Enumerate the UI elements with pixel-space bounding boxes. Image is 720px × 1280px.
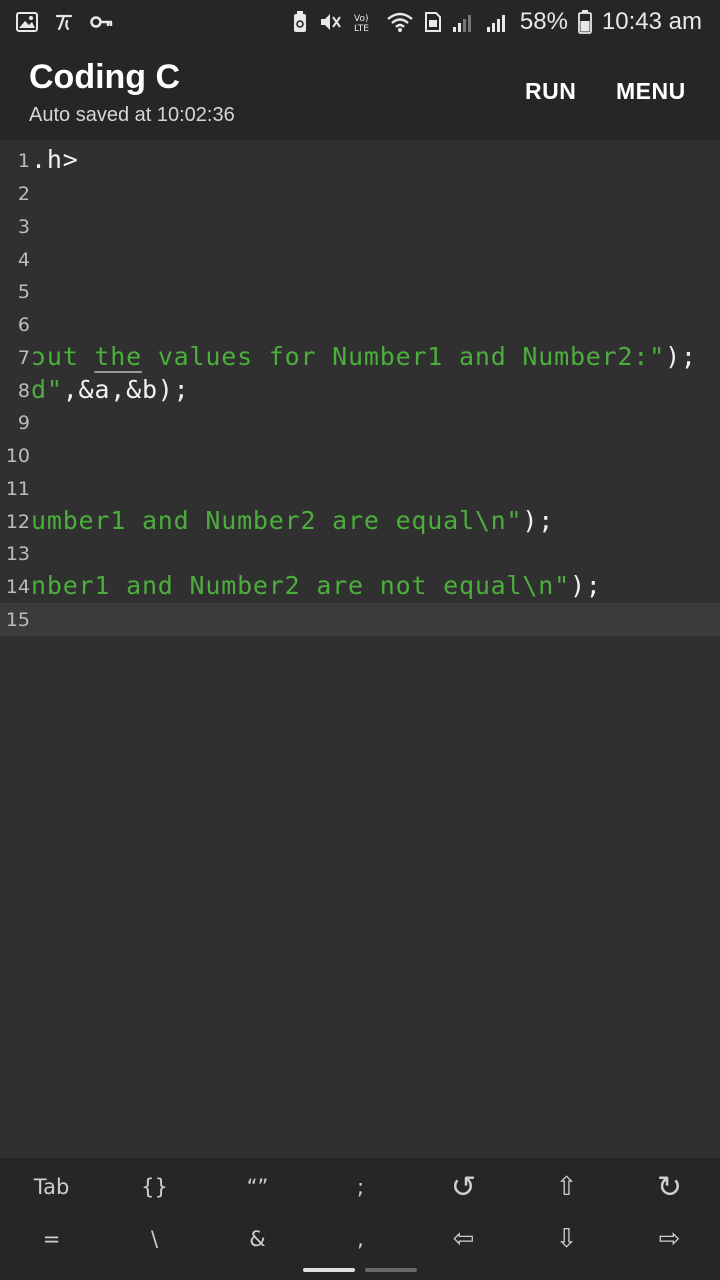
line-number: 7 — [17, 347, 30, 369]
code-punct: ); — [569, 571, 602, 600]
ampersand-key[interactable]: & — [206, 1213, 309, 1265]
autosave-status: Auto saved at 10:02:36 — [29, 104, 235, 126]
code-line[interactable]: 5 — [0, 275, 720, 308]
wifi-icon — [386, 11, 414, 33]
line-number: 1 — [17, 150, 30, 172]
signal-icon — [452, 11, 476, 33]
code-text: nber1 and Number2 are not equal\n"); — [31, 571, 602, 600]
mute-icon — [318, 11, 342, 33]
code-text: ɔut the values for Number1 and Number2:"… — [31, 342, 697, 371]
keyboard-page-indicator[interactable] — [365, 1268, 417, 1272]
run-button[interactable]: RUN — [525, 78, 576, 105]
line-number: 11 — [5, 478, 30, 500]
code-line[interactable]: 10 — [0, 439, 720, 472]
line-number: 13 — [5, 543, 30, 565]
gallery-icon — [16, 12, 38, 32]
spellcheck-word: the — [94, 342, 142, 371]
equals-key[interactable]: = — [0, 1213, 103, 1265]
code-punct: ,&a,&b); — [62, 375, 190, 404]
code-line[interactable]: 12 umber1 and Number2 are equal\n"); — [0, 505, 720, 538]
symbol-keyboard: Tab {} “” ; ↺ ⇧ ↻ = \ & , ⇦ ⇩ ⇨ — [0, 1158, 720, 1280]
line-number: 15 — [5, 609, 30, 631]
tab-key[interactable]: Tab — [0, 1161, 103, 1213]
string-literal: d" — [31, 375, 63, 404]
string-literal: values for Number1 and Number2:" — [141, 342, 666, 371]
string-literal: ɔut — [31, 342, 95, 371]
comma-key[interactable]: , — [309, 1213, 412, 1265]
svg-text:LTE: LTE — [354, 24, 369, 33]
code-editor[interactable]: 1 .h> 2 3 4 5 6 7 ɔut the values for Num… — [0, 140, 720, 1158]
code-punct: ); — [665, 342, 697, 371]
code-line[interactable]: 4 — [0, 243, 720, 276]
line-number: 14 — [5, 576, 30, 598]
line-number: 2 — [17, 183, 30, 205]
code-line-current[interactable]: 15 — [0, 603, 720, 636]
signal-icon — [486, 11, 510, 33]
code-line[interactable]: 13 — [0, 537, 720, 570]
line-number: 8 — [17, 380, 30, 402]
battery-icon — [578, 10, 592, 34]
code-line[interactable]: 1 .h> — [0, 144, 720, 177]
menu-button[interactable]: MENU — [616, 78, 686, 105]
line-number: 4 — [17, 249, 30, 271]
code-line[interactable]: 7 ɔut the values for Number1 and Number2… — [0, 341, 720, 374]
quotes-key[interactable]: “” — [206, 1161, 309, 1213]
code-line[interactable]: 6 — [0, 308, 720, 341]
svg-text:Vo): Vo) — [354, 14, 368, 24]
code-line[interactable]: 11 — [0, 472, 720, 505]
code-line[interactable]: 8 d",&a,&b); — [0, 374, 720, 407]
clock: 10:43 am — [601, 8, 702, 35]
code-punct: ); — [522, 506, 555, 535]
code-line[interactable]: 14 nber1 and Number2 are not equal\n"); — [0, 570, 720, 603]
code-line[interactable]: 3 — [0, 210, 720, 243]
line-number: 5 — [17, 281, 30, 303]
app-title: Coding C — [29, 58, 181, 96]
code-text: .h> — [31, 145, 79, 174]
line-number: 3 — [17, 216, 30, 238]
code-line[interactable]: 9 — [0, 406, 720, 439]
semicolon-key[interactable]: ; — [309, 1161, 412, 1213]
redo-icon[interactable]: ↻ — [618, 1161, 720, 1213]
arrow-down-icon[interactable]: ⇩ — [515, 1213, 618, 1265]
keyboard-page-indicator-active — [303, 1268, 355, 1272]
code-line[interactable]: 2 — [0, 177, 720, 210]
key-icon — [90, 14, 114, 30]
line-number: 12 — [5, 511, 30, 533]
braces-key[interactable]: {} — [103, 1161, 206, 1213]
sim-icon — [424, 11, 442, 33]
t-icon — [54, 12, 74, 32]
line-number: 9 — [17, 412, 30, 434]
arrow-left-icon[interactable]: ⇦ — [412, 1213, 515, 1265]
string-literal: umber1 and Number2 are equal\n" — [31, 506, 523, 535]
undo-icon[interactable]: ↺ — [412, 1161, 515, 1213]
code-text: d",&a,&b); — [31, 375, 190, 404]
arrow-up-icon[interactable]: ⇧ — [515, 1161, 618, 1213]
line-number: 6 — [17, 314, 30, 336]
app-bar: Coding C Auto saved at 10:02:36 RUN MENU — [0, 44, 720, 140]
backslash-key[interactable]: \ — [103, 1213, 206, 1265]
status-bar: Vo) LTE 58% 10:43 am — [0, 0, 720, 44]
battery-saver-icon — [292, 11, 308, 33]
arrow-right-icon[interactable]: ⇨ — [618, 1213, 720, 1265]
volte-icon: Vo) LTE — [352, 11, 376, 33]
string-literal: nber1 and Number2 are not equal\n" — [31, 571, 570, 600]
battery-percent: 58% — [519, 8, 568, 35]
code-text: umber1 and Number2 are equal\n"); — [31, 506, 554, 535]
line-number: 10 — [5, 445, 30, 467]
